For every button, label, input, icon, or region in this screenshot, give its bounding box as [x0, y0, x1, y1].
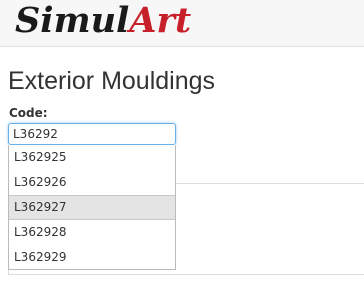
autocomplete-dropdown: L362925 L362926 L362927 L362928 L362929 — [8, 145, 176, 270]
logo-text-simul: Simul — [15, 0, 130, 41]
simulart-logo[interactable]: SimulArt — [15, 1, 191, 41]
autocomplete-option[interactable]: L362926 — [9, 170, 175, 195]
autocomplete-option[interactable]: L362928 — [9, 220, 175, 245]
autocomplete-option[interactable]: L362925 — [9, 145, 175, 170]
autocomplete-option-highlighted[interactable]: L362927 — [9, 195, 175, 220]
autocomplete-option[interactable]: L362929 — [9, 245, 175, 270]
page: SimulArt Exterior Mouldings Code: L36292… — [0, 0, 364, 288]
panel-border-top — [176, 183, 364, 184]
panel-border-bottom — [8, 274, 364, 275]
logo-text-art: Art — [129, 0, 192, 41]
code-input[interactable] — [8, 123, 176, 145]
page-title: Exterior Mouldings — [8, 67, 216, 95]
code-label: Code: — [9, 106, 48, 120]
header-bar: SimulArt — [0, 0, 364, 47]
